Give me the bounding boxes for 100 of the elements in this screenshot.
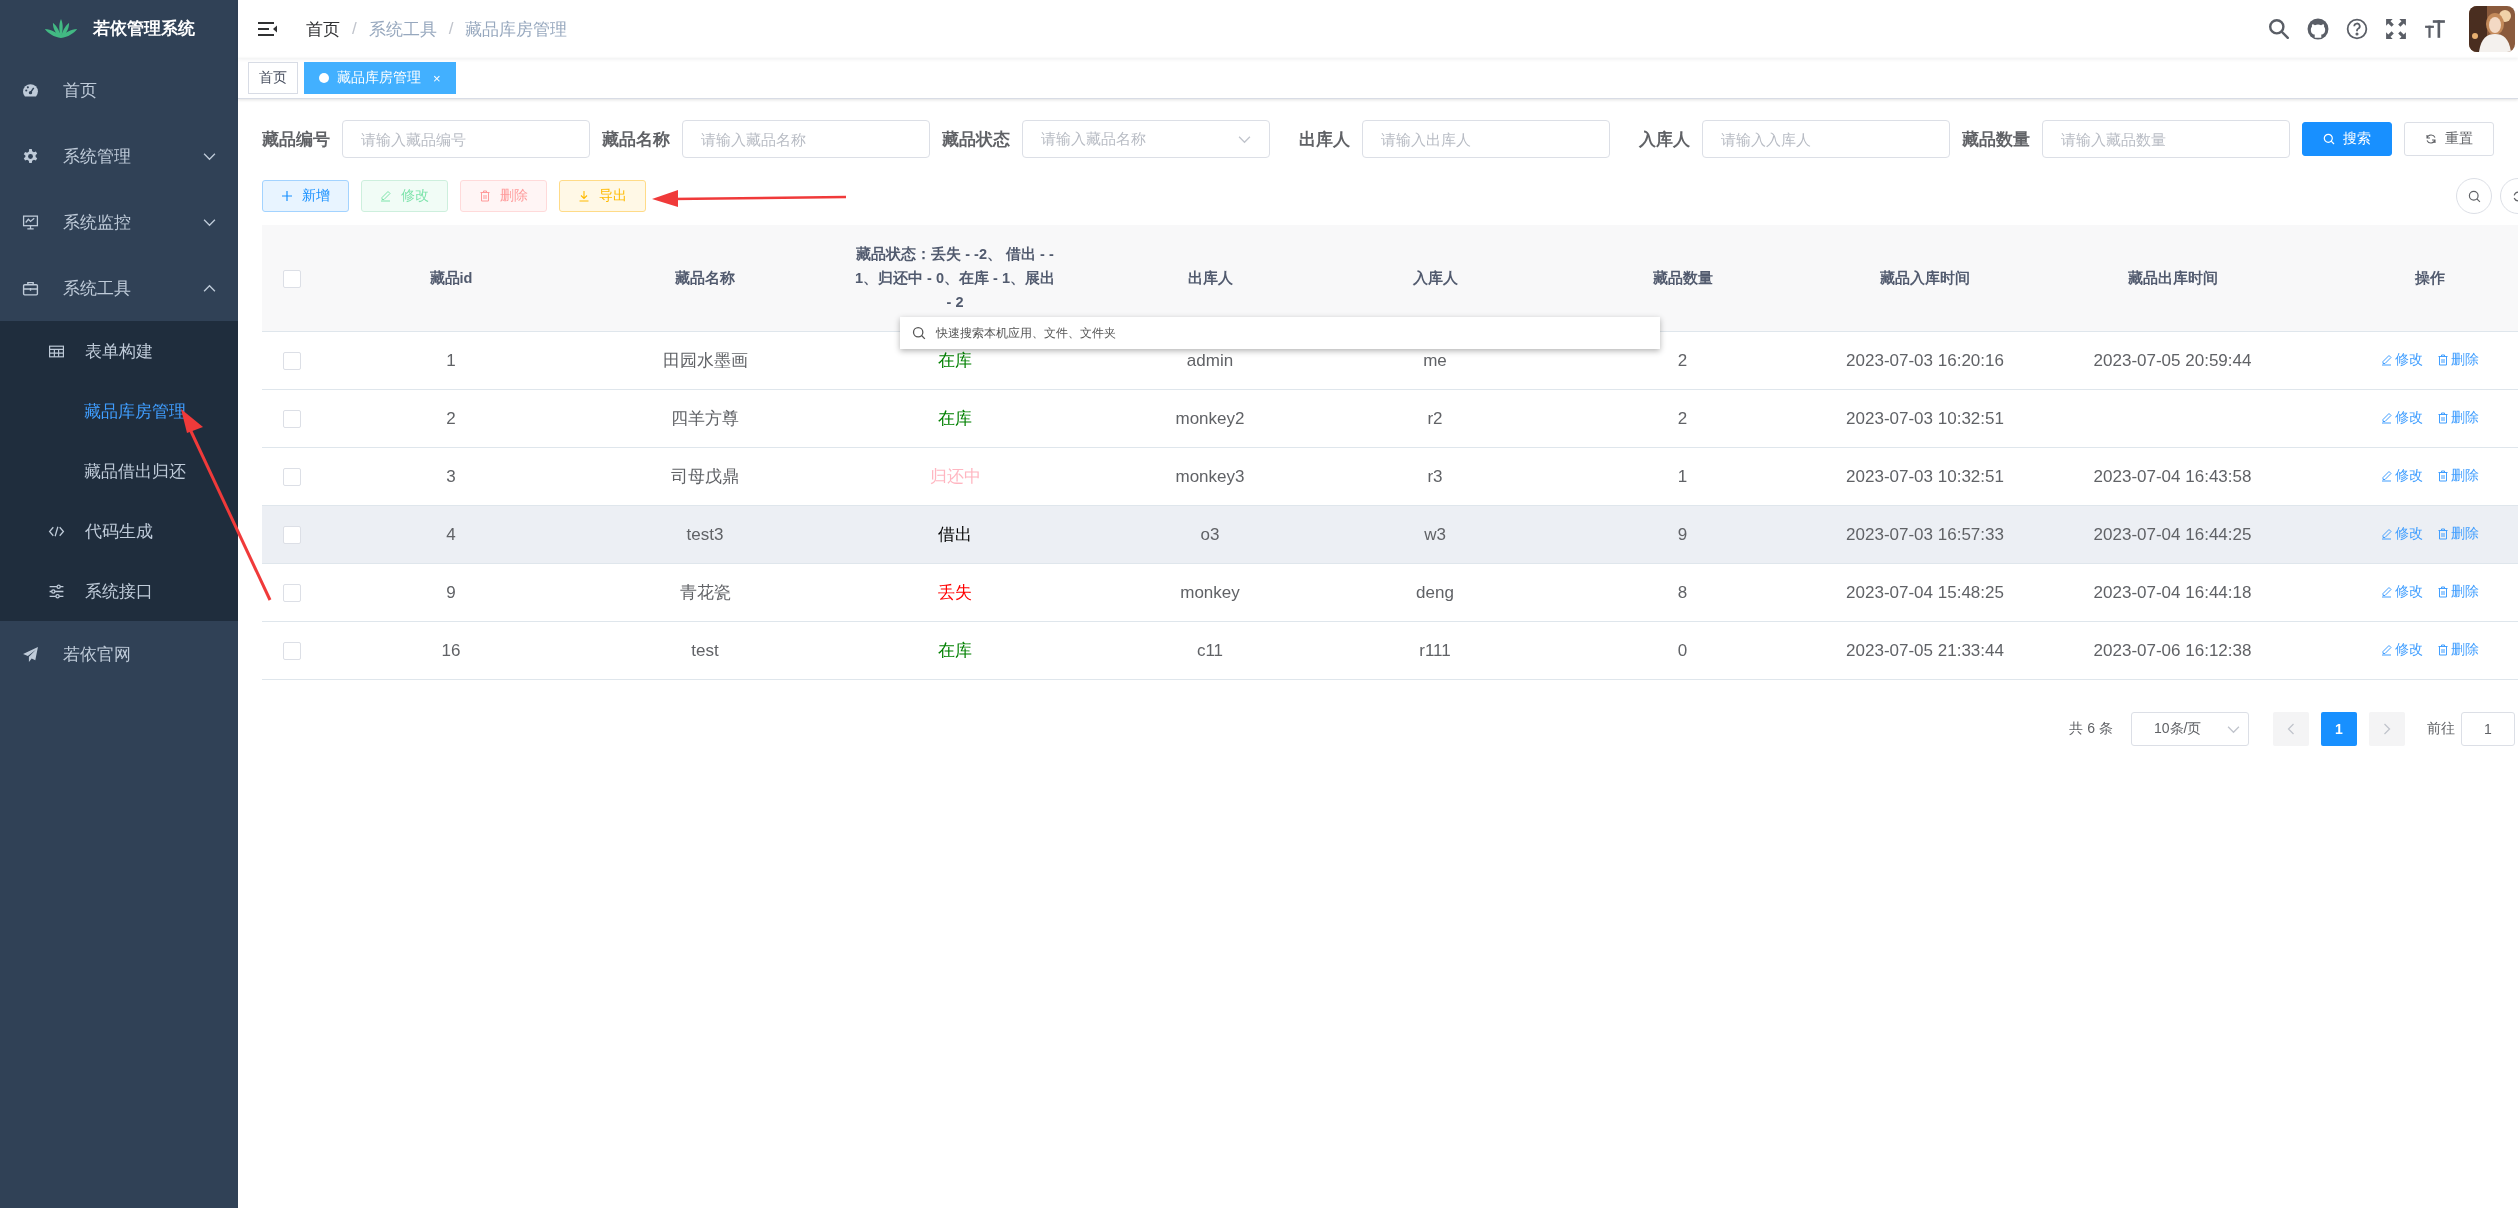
menu-item[interactable]: 首页: [0, 57, 238, 123]
column-header: 藏品名称: [675, 270, 735, 286]
column-header: 藏品入库时间: [1880, 270, 1970, 286]
table-cell: 四羊方尊: [671, 409, 739, 428]
table-cell: 2023-07-04 16:43:58: [2093, 466, 2252, 486]
table-cell: 2023-07-03 16:57:33: [1846, 524, 2004, 544]
table-cell: 2023-07-04 16:44:18: [2093, 582, 2252, 602]
table-cell: 田园水墨画: [662, 351, 748, 370]
table-cell: admin: [1186, 350, 1234, 370]
edit-link[interactable]: 修改: [2381, 466, 2423, 485]
column-header: 操作: [2415, 270, 2445, 286]
table-cell: r2: [1427, 408, 1443, 428]
breadcrumb-item: 藏品库房管理: [465, 18, 568, 41]
edit-link[interactable]: 修改: [2381, 408, 2423, 427]
table-cell: 青花瓷: [679, 583, 731, 602]
table-cell: 2023-07-05 21:33:44: [1846, 640, 2004, 660]
submenu-item[interactable]: 藏品库房管理: [0, 381, 238, 441]
breadcrumb-link[interactable]: 首页: [306, 17, 340, 41]
status-text: 在库: [938, 641, 972, 660]
table-cell: 2: [1677, 408, 1688, 428]
breadcrumb-separator: /: [352, 19, 357, 39]
table-cell: test: [691, 640, 719, 660]
table-cell: o3: [1200, 524, 1220, 544]
submenu-item[interactable]: 代码生成: [0, 501, 238, 561]
edit-link[interactable]: 修改: [2381, 350, 2423, 369]
field-label: 藏品状态: [942, 128, 1011, 151]
table-cell: 2023-07-06 16:12:38: [2093, 640, 2252, 660]
field-label: 藏品编号: [262, 128, 331, 151]
edit-link[interactable]: 修改: [2381, 640, 2423, 659]
table-cell: me: [1423, 350, 1447, 370]
table-cell: r111: [1419, 640, 1451, 660]
table-cell: 2023-07-03 16:20:16: [1846, 350, 2004, 370]
table-cell: 3: [446, 466, 456, 486]
column-header: 藏品id: [429, 270, 473, 286]
table-cell: c11: [1196, 640, 1224, 660]
table-cell: 1: [1677, 466, 1688, 486]
table-row[interactable]: 16 test 在库 c11 r111 0 2023-07-05 21:33:44 2023-07-06 16:12:38 修改 删除: [262, 621, 2518, 680]
submenu-item[interactable]: 藏品借出归还: [0, 441, 238, 501]
app-title: 若依管理系统: [93, 18, 195, 40]
table-cell: test3: [686, 524, 724, 544]
table-cell: 2023-07-03 10:32:51: [1846, 408, 2004, 428]
delete-link[interactable]: 删除: [2437, 408, 2479, 427]
table-cell: 2023-07-04 15:48:25: [1846, 582, 2004, 602]
column-header: 入库人: [1412, 270, 1458, 286]
status-text: 归还中: [929, 467, 981, 486]
breadcrumb-separator: /: [448, 19, 454, 39]
delete-link[interactable]: 删除: [2437, 350, 2479, 369]
menu-item[interactable]: 若依官网: [0, 621, 238, 687]
table-cell: deng: [1416, 582, 1454, 602]
menu-item[interactable]: 系统工具: [0, 255, 238, 321]
column-header: 藏品状态：丢失 - -2、 借出 - - 1、归还中 - 0、在库 - 1、展出 - 2: [855, 246, 1055, 310]
table-cell: 2: [1677, 350, 1688, 370]
status-text: 在库: [938, 409, 972, 428]
table-cell: 9: [446, 582, 456, 602]
table-cell: 2023-07-04 16:44:25: [2093, 524, 2252, 544]
total-count: 共 6 条: [2069, 720, 2113, 738]
status-text: 丢失: [938, 583, 972, 602]
table-cell: monkey2: [1175, 408, 1245, 428]
delete-link[interactable]: 删除: [2437, 582, 2479, 601]
table-cell: monkey3: [1175, 466, 1245, 486]
page-jump-field[interactable]: 1: [2461, 712, 2515, 746]
page-size-select[interactable]: 10条/页: [2131, 712, 2249, 746]
table-cell: 2023-07-05 20:59:44: [2093, 350, 2252, 370]
table-row[interactable]: 3 司母戊鼎 归还中 monkey3 r3 1 2023-07-03 10:32:51 2023-07-04 16:43:58 修改 删除: [262, 447, 2518, 506]
reset-button[interactable]: 重置: [2404, 122, 2494, 156]
table-cell: 1: [446, 350, 456, 370]
table-cell: 2023-07-03 10:32:51: [1846, 466, 2004, 486]
column-header: 出库人: [1187, 270, 1233, 286]
toolbar-button[interactable]: 新增: [262, 180, 349, 212]
field-label: 藏品名称: [602, 128, 671, 151]
menu-item[interactable]: 系统监控: [0, 189, 238, 255]
column-header: 藏品出库时间: [2127, 270, 2218, 286]
input-field[interactable]: 请输入出库人: [1362, 120, 1610, 158]
table-cell: 司母戊鼎: [671, 467, 739, 486]
quick-search-bar[interactable]: 快速搜索本机应用、文件、文件夹: [900, 317, 1660, 349]
table-cell: 2: [446, 408, 456, 428]
input-field[interactable]: 请输入藏品编号: [342, 120, 590, 158]
submenu-item[interactable]: 表单构建: [0, 321, 238, 381]
column-header: 藏品数量: [1652, 270, 1713, 286]
input-field[interactable]: 请输入入库人: [1702, 120, 1950, 158]
delete-link[interactable]: 删除: [2437, 640, 2479, 659]
edit-link[interactable]: 修改: [2381, 582, 2423, 601]
table-row[interactable]: 2 四羊方尊 在库 monkey2 r2 2 2023-07-03 10:32:51 修改 删除: [262, 389, 2518, 448]
table-cell: r3: [1427, 466, 1443, 486]
search-button[interactable]: 搜索: [2302, 122, 2392, 156]
delete-link[interactable]: 删除: [2437, 466, 2479, 485]
table-cell: w3: [1424, 524, 1446, 544]
field-label: 藏品数量: [1962, 128, 2031, 151]
table-cell: 8: [1677, 582, 1688, 602]
breadcrumb-item: 系统工具: [368, 18, 437, 41]
table-row[interactable]: 4 test3 借出 o3 w3 9 2023-07-03 16:57:33 2023-07-04 16:44:25 修改 删除: [262, 505, 2518, 564]
input-field[interactable]: 请输入藏品数量: [2042, 120, 2290, 158]
page-tab[interactable]: 首页: [248, 62, 298, 94]
menu-item[interactable]: 系统管理: [0, 123, 238, 189]
table-row[interactable]: 9 青花瓷 丢失 monkey deng 8 2023-07-04 15:48:25 2023-07-04 16:44:18 修改 删除: [262, 563, 2518, 622]
table-cell: 0: [1677, 640, 1688, 660]
input-field[interactable]: 请输入藏品名称: [682, 120, 930, 158]
table-cell: monkey: [1180, 582, 1240, 602]
submenu-item[interactable]: 系统接口: [0, 561, 238, 621]
page-number-button[interactable]: 1: [2321, 712, 2357, 746]
